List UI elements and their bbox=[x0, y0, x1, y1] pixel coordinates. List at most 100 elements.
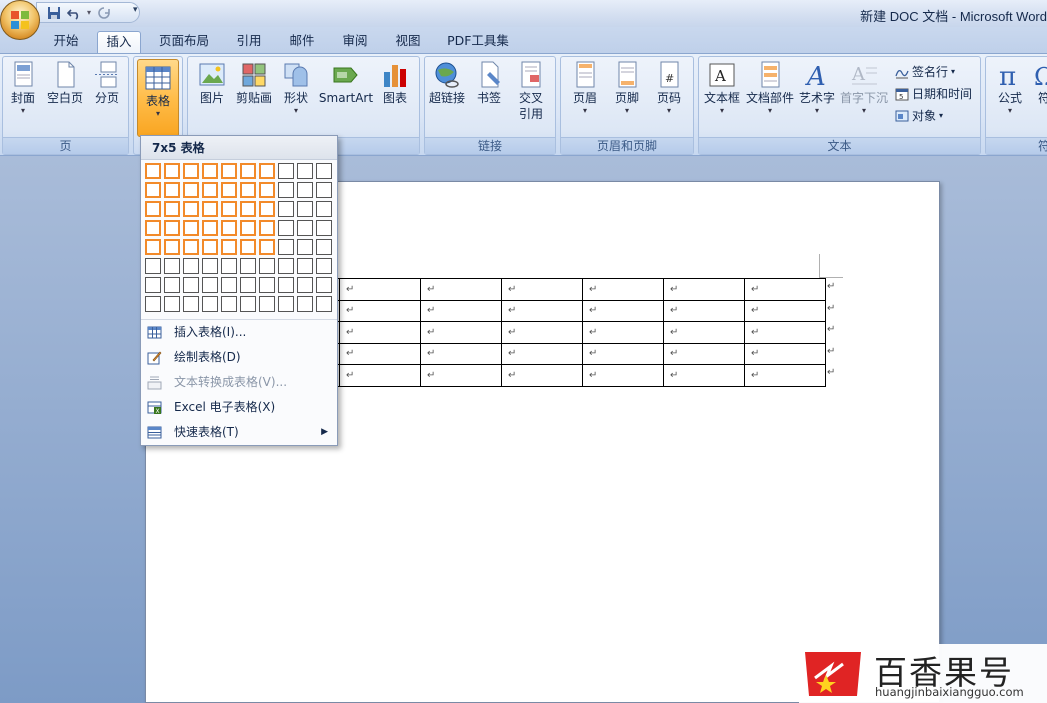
grid-cell[interactable] bbox=[259, 296, 275, 312]
grid-cell[interactable] bbox=[145, 277, 161, 293]
wordart-button[interactable]: A 艺术字 ▾ bbox=[797, 60, 837, 116]
tab-insert[interactable]: 插入 bbox=[97, 31, 141, 53]
grid-cell[interactable] bbox=[240, 220, 256, 236]
grid-cell[interactable] bbox=[316, 182, 332, 198]
grid-cell[interactable] bbox=[145, 220, 161, 236]
document-table[interactable]: ↵↵↵↵↵↵↵↵↵↵↵↵↵↵↵↵↵↵↵↵↵↵↵↵↵↵↵↵↵↵↵↵↵↵↵ bbox=[258, 278, 826, 387]
grid-cell[interactable] bbox=[240, 277, 256, 293]
grid-cell[interactable] bbox=[145, 163, 161, 179]
table-cell[interactable]: ↵ bbox=[501, 299, 583, 322]
grid-cell[interactable] bbox=[278, 277, 294, 293]
grid-cell[interactable] bbox=[278, 239, 294, 255]
grid-cell[interactable] bbox=[278, 163, 294, 179]
redo-icon[interactable] bbox=[97, 6, 111, 20]
tab-view[interactable]: 视图 bbox=[388, 31, 428, 53]
grid-cell[interactable] bbox=[221, 296, 237, 312]
grid-cell[interactable] bbox=[221, 220, 237, 236]
table-button[interactable]: 表格 ▾ bbox=[137, 59, 179, 137]
grid-cell[interactable] bbox=[221, 182, 237, 198]
grid-cell[interactable] bbox=[164, 182, 180, 198]
grid-cell[interactable] bbox=[316, 220, 332, 236]
table-cell[interactable]: ↵ bbox=[663, 342, 745, 365]
grid-cell[interactable] bbox=[297, 201, 313, 217]
grid-cell[interactable] bbox=[183, 201, 199, 217]
tab-home[interactable]: 开始 bbox=[46, 31, 86, 53]
grid-cell[interactable] bbox=[202, 220, 218, 236]
chart-button[interactable]: 图表 bbox=[377, 60, 413, 106]
save-icon[interactable] bbox=[47, 6, 61, 20]
smartart-button[interactable]: SmartArt bbox=[318, 60, 374, 106]
table-cell[interactable]: ↵ bbox=[744, 278, 826, 301]
grid-cell[interactable] bbox=[240, 182, 256, 198]
grid-cell[interactable] bbox=[145, 239, 161, 255]
grid-cell[interactable] bbox=[145, 182, 161, 198]
grid-cell[interactable] bbox=[145, 201, 161, 217]
table-cell[interactable]: ↵ bbox=[744, 364, 826, 387]
grid-cell[interactable] bbox=[164, 239, 180, 255]
shapes-button[interactable]: 形状 ▾ bbox=[278, 60, 314, 116]
grid-cell[interactable] bbox=[221, 239, 237, 255]
grid-cell[interactable] bbox=[240, 296, 256, 312]
grid-cell[interactable] bbox=[145, 296, 161, 312]
grid-cell[interactable] bbox=[278, 258, 294, 274]
grid-cell[interactable] bbox=[297, 220, 313, 236]
grid-cell[interactable] bbox=[240, 163, 256, 179]
grid-cell[interactable] bbox=[297, 296, 313, 312]
bookmark-button[interactable]: 书签 bbox=[471, 60, 507, 106]
grid-cell[interactable] bbox=[202, 201, 218, 217]
table-cell[interactable]: ↵ bbox=[339, 342, 421, 365]
customize-qat-icon[interactable]: ▾ bbox=[133, 5, 138, 15]
grid-cell[interactable] bbox=[316, 296, 332, 312]
grid-cell[interactable] bbox=[278, 201, 294, 217]
textbox-button[interactable]: A 文本框 ▾ bbox=[702, 60, 742, 116]
grid-cell[interactable] bbox=[278, 220, 294, 236]
grid-cell[interactable] bbox=[278, 182, 294, 198]
grid-cell[interactable] bbox=[259, 182, 275, 198]
date-time-button[interactable]: 5 日期和时间 bbox=[895, 85, 972, 102]
grid-cell[interactable] bbox=[164, 277, 180, 293]
cover-button[interactable]: 封面 ▾ bbox=[5, 60, 41, 116]
table-cell[interactable]: ↵ bbox=[582, 278, 664, 301]
grid-cell[interactable] bbox=[259, 239, 275, 255]
grid-cell[interactable] bbox=[183, 239, 199, 255]
grid-cell[interactable] bbox=[221, 163, 237, 179]
quick-parts-button[interactable]: 文档部件 ▾ bbox=[745, 60, 795, 116]
tab-references[interactable]: 引用 bbox=[228, 31, 270, 53]
table-cell[interactable]: ↵ bbox=[663, 321, 745, 344]
grid-cell[interactable] bbox=[183, 277, 199, 293]
table-cell[interactable]: ↵ bbox=[501, 278, 583, 301]
table-cell[interactable]: ↵ bbox=[420, 342, 502, 365]
table-cell[interactable]: ↵ bbox=[339, 321, 421, 344]
grid-cell[interactable] bbox=[297, 163, 313, 179]
grid-cell[interactable] bbox=[202, 296, 218, 312]
grid-cell[interactable] bbox=[316, 201, 332, 217]
table-cell[interactable]: ↵ bbox=[501, 364, 583, 387]
tab-page-layout[interactable]: 页面布局 bbox=[153, 31, 215, 53]
excel-spreadsheet-menu-item[interactable]: X Excel 电子表格(X) bbox=[141, 395, 337, 420]
header-button[interactable]: 页眉 ▾ bbox=[565, 60, 605, 116]
grid-cell[interactable] bbox=[240, 201, 256, 217]
table-cell[interactable]: ↵ bbox=[501, 342, 583, 365]
grid-cell[interactable] bbox=[316, 163, 332, 179]
picture-button[interactable]: 图片 bbox=[194, 60, 230, 106]
grid-cell[interactable] bbox=[297, 277, 313, 293]
table-cell[interactable]: ↵ bbox=[663, 299, 745, 322]
grid-cell[interactable] bbox=[297, 258, 313, 274]
page-break-button[interactable]: 分页 bbox=[89, 60, 125, 106]
table-cell[interactable]: ↵ bbox=[582, 321, 664, 344]
cross-reference-button[interactable]: 交叉 引用 bbox=[511, 60, 551, 122]
quick-tables-menu-item[interactable]: 快速表格(T) ▶ bbox=[141, 420, 337, 445]
grid-cell[interactable] bbox=[259, 220, 275, 236]
grid-cell[interactable] bbox=[221, 258, 237, 274]
table-cell[interactable]: ↵ bbox=[744, 299, 826, 322]
grid-cell[interactable] bbox=[259, 277, 275, 293]
grid-cell[interactable] bbox=[183, 258, 199, 274]
grid-cell[interactable] bbox=[297, 239, 313, 255]
grid-cell[interactable] bbox=[202, 277, 218, 293]
undo-dropdown-icon[interactable]: ▾ bbox=[87, 8, 91, 17]
table-cell[interactable]: ↵ bbox=[501, 321, 583, 344]
clipart-button[interactable]: 剪贴画 bbox=[234, 60, 274, 106]
grid-cell[interactable] bbox=[202, 239, 218, 255]
symbol-button[interactable]: Ω 符 bbox=[1032, 60, 1047, 106]
grid-cell[interactable] bbox=[164, 163, 180, 179]
